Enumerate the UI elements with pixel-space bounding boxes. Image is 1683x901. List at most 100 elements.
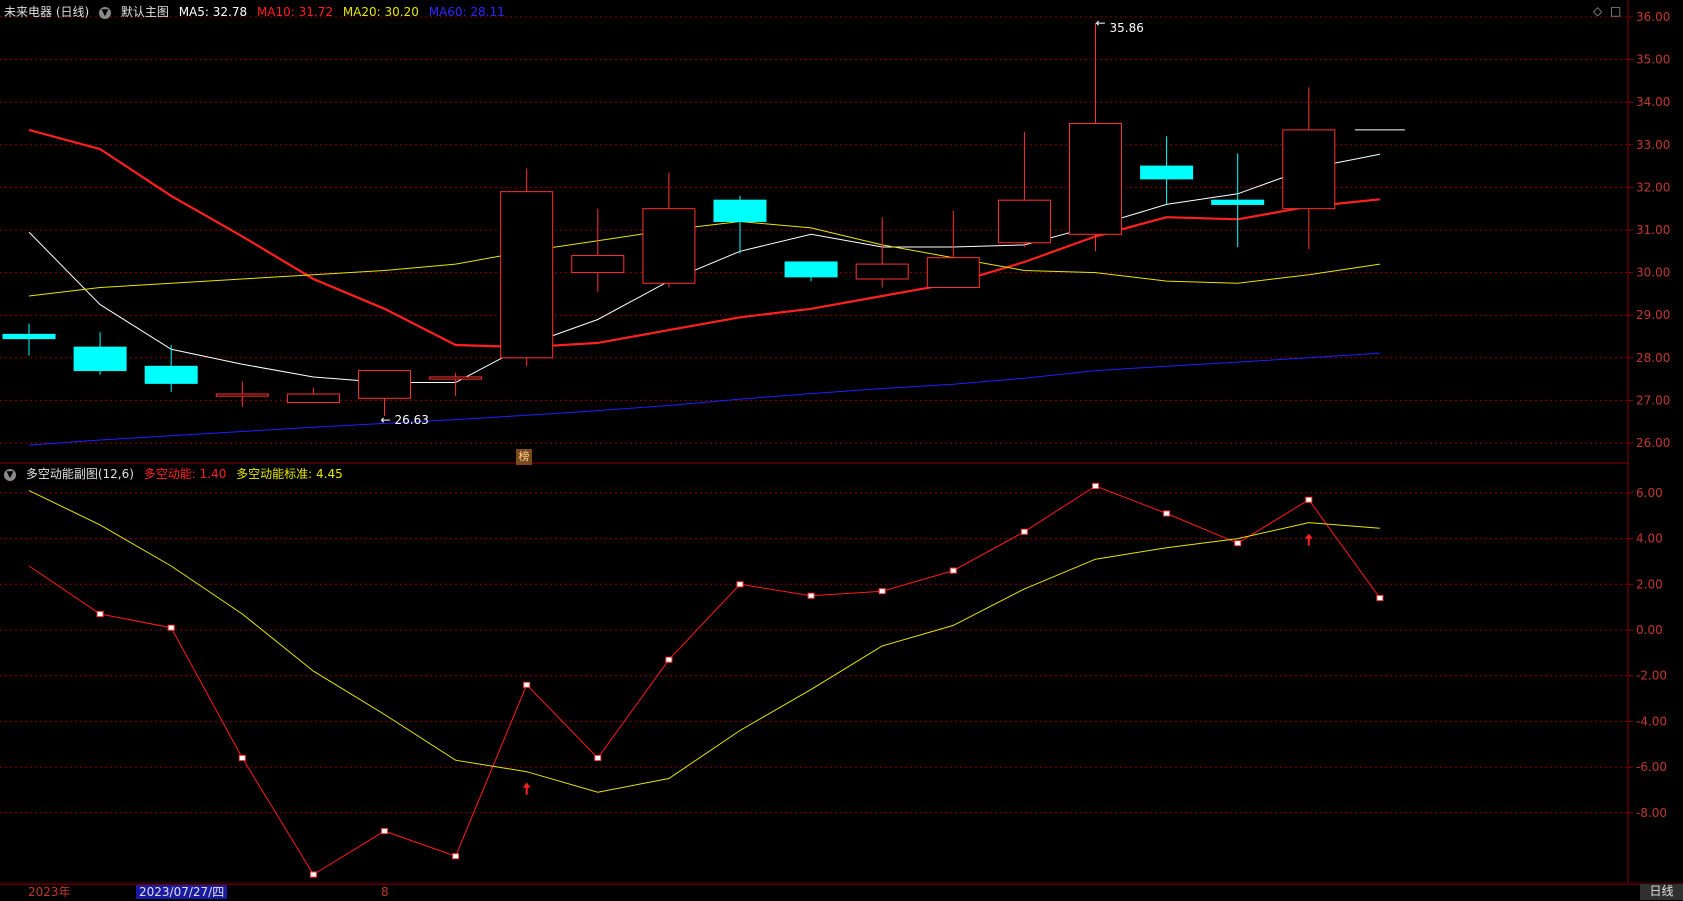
stock-chart-canvas[interactable]: 26.00 27.00 28.00 29.00 30.00 31.00 32.00 33.00…: [0, 0, 1683, 900]
main-chart-selector[interactable]: 默认主图: [121, 5, 169, 19]
indicator-name[interactable]: 多空动能副图(12,6): [26, 467, 134, 481]
candle-body: [997, 199, 1051, 244]
ma60-label: MA60: 28.11: [428, 5, 505, 19]
candle-body: [642, 208, 696, 284]
chevron-down-icon[interactable]: ▼: [4, 468, 16, 481]
ma-line-ma60: [28, 352, 1380, 446]
main-chart-legend: 未来电器 (日线) ▼ 默认主图 MA5: 32.78 MA10: 31.72 …: [4, 5, 511, 19]
candle: [926, 210, 980, 289]
candle-body: [73, 346, 127, 372]
candle-body: [855, 263, 909, 280]
candle-body: [286, 393, 340, 404]
main-tick-label: 36.00: [1636, 10, 1670, 24]
candle-body: [144, 365, 198, 384]
candle-body: [358, 370, 411, 399]
main-tick-label: 29.00: [1636, 308, 1670, 322]
sub-tick-label: -8.00: [1636, 806, 1667, 820]
indicator-point-marker: [96, 611, 104, 618]
indicator-point-marker: [452, 853, 460, 860]
ma20-label: MA20: 30.20: [342, 5, 419, 19]
buy-arrow-icon: [522, 782, 531, 795]
sub-tick-label: -2.00: [1636, 669, 1667, 683]
indicator-point-marker: [1376, 595, 1384, 602]
ma5-label: MA5: 32.78: [178, 5, 248, 19]
settings-square-icon[interactable]: □: [1610, 4, 1621, 18]
indicator-point-marker: [238, 754, 246, 761]
candle: [500, 168, 554, 367]
indicator-point-marker: [1305, 496, 1313, 503]
low-arrow: ←: [381, 413, 391, 427]
main-tick-label: 28.00: [1636, 351, 1670, 365]
candle-body: [1140, 165, 1194, 180]
ma-line-ma20: [28, 220, 1380, 297]
main-tick-label: 35.00: [1636, 53, 1670, 67]
buy-arrow-head: [1304, 533, 1313, 539]
indicator-point-marker: [167, 624, 175, 631]
candle: [784, 261, 838, 282]
sub-tick-label: 4.00: [1636, 532, 1663, 546]
indicator-point-marker: [523, 681, 531, 688]
candle-body: [2, 333, 56, 340]
month-label: 8: [381, 885, 389, 899]
candle-body: [1282, 129, 1336, 210]
high-arrow: ←: [1096, 16, 1106, 30]
candle: [1069, 22, 1122, 252]
indicator-point-marker: [1163, 510, 1171, 517]
indicator-line-1: [28, 485, 1381, 876]
indicator-point-marker: [736, 581, 744, 588]
sub-tick-label: -6.00: [1636, 760, 1667, 774]
candle-body: [429, 376, 483, 380]
indicator-line2-label: 多空动能标准: 4.45: [236, 467, 343, 481]
indicator-point-marker: [594, 754, 602, 761]
main-tick-label: 33.00: [1636, 138, 1670, 152]
main-tick-label: 31.00: [1636, 223, 1670, 237]
low-price-label: 26.63: [395, 413, 429, 427]
indicator-point-marker: [1234, 540, 1242, 547]
candle: [215, 381, 269, 407]
main-tick-label: 27.00: [1636, 393, 1670, 407]
candle-body: [215, 393, 269, 397]
cursor-date-label: 2023/07/27/四: [136, 885, 228, 899]
buy-arrow-icon: [1304, 533, 1313, 546]
ma-line-ma10: [28, 128, 1381, 349]
candle: [358, 370, 411, 417]
indicator-point-marker: [807, 592, 815, 599]
candle-body: [571, 255, 625, 274]
indicator-line1-label: 多空动能: 1.40: [143, 467, 227, 481]
candle: [997, 132, 1051, 248]
candle-body: [500, 191, 554, 359]
sub-tick-label: -4.00: [1636, 714, 1667, 728]
main-tick-label: 34.00: [1636, 95, 1670, 109]
indicator-legend: ▼ 多空动能副图(12,6) 多空动能: 1.40 多空动能标准: 4.45: [4, 467, 349, 481]
indicator-point-marker: [665, 656, 673, 663]
chevron-down-icon[interactable]: ▼: [99, 6, 112, 19]
main-tick-label: 26.00: [1636, 436, 1670, 450]
bottom-time-bar: [0, 884, 1683, 901]
candle-body: [1069, 123, 1122, 235]
sub-tick-label: 2.00: [1636, 577, 1663, 591]
indicator-point-marker: [1020, 528, 1028, 535]
candle: [1211, 153, 1265, 248]
indicator-point-marker: [1092, 483, 1099, 490]
candle-body: [926, 257, 980, 289]
main-tick-label: 32.00: [1636, 180, 1670, 194]
candle: [1140, 136, 1194, 205]
candle: [429, 372, 483, 397]
sub-tick-label: 6.00: [1636, 486, 1663, 500]
candle: [855, 217, 909, 288]
ma10-label: MA10: 31.72: [256, 5, 333, 19]
period-button[interactable]: 日线: [1640, 884, 1683, 900]
candle: [1282, 87, 1336, 250]
year-label: 2023年: [28, 885, 71, 899]
stock-name-label: 未来电器 (日线): [4, 5, 90, 19]
candle: [571, 208, 625, 292]
ma-line-ma5: [28, 153, 1380, 383]
candle: [2, 323, 56, 356]
candle: [73, 332, 127, 375]
rank-marker-badge[interactable]: 榜: [516, 449, 532, 465]
buy-arrow-head: [522, 782, 531, 788]
candle: [713, 195, 767, 254]
candle: [144, 345, 198, 392]
main-tick-label: 30.00: [1636, 266, 1670, 280]
diamond-icon[interactable]: ◇: [1593, 4, 1602, 18]
